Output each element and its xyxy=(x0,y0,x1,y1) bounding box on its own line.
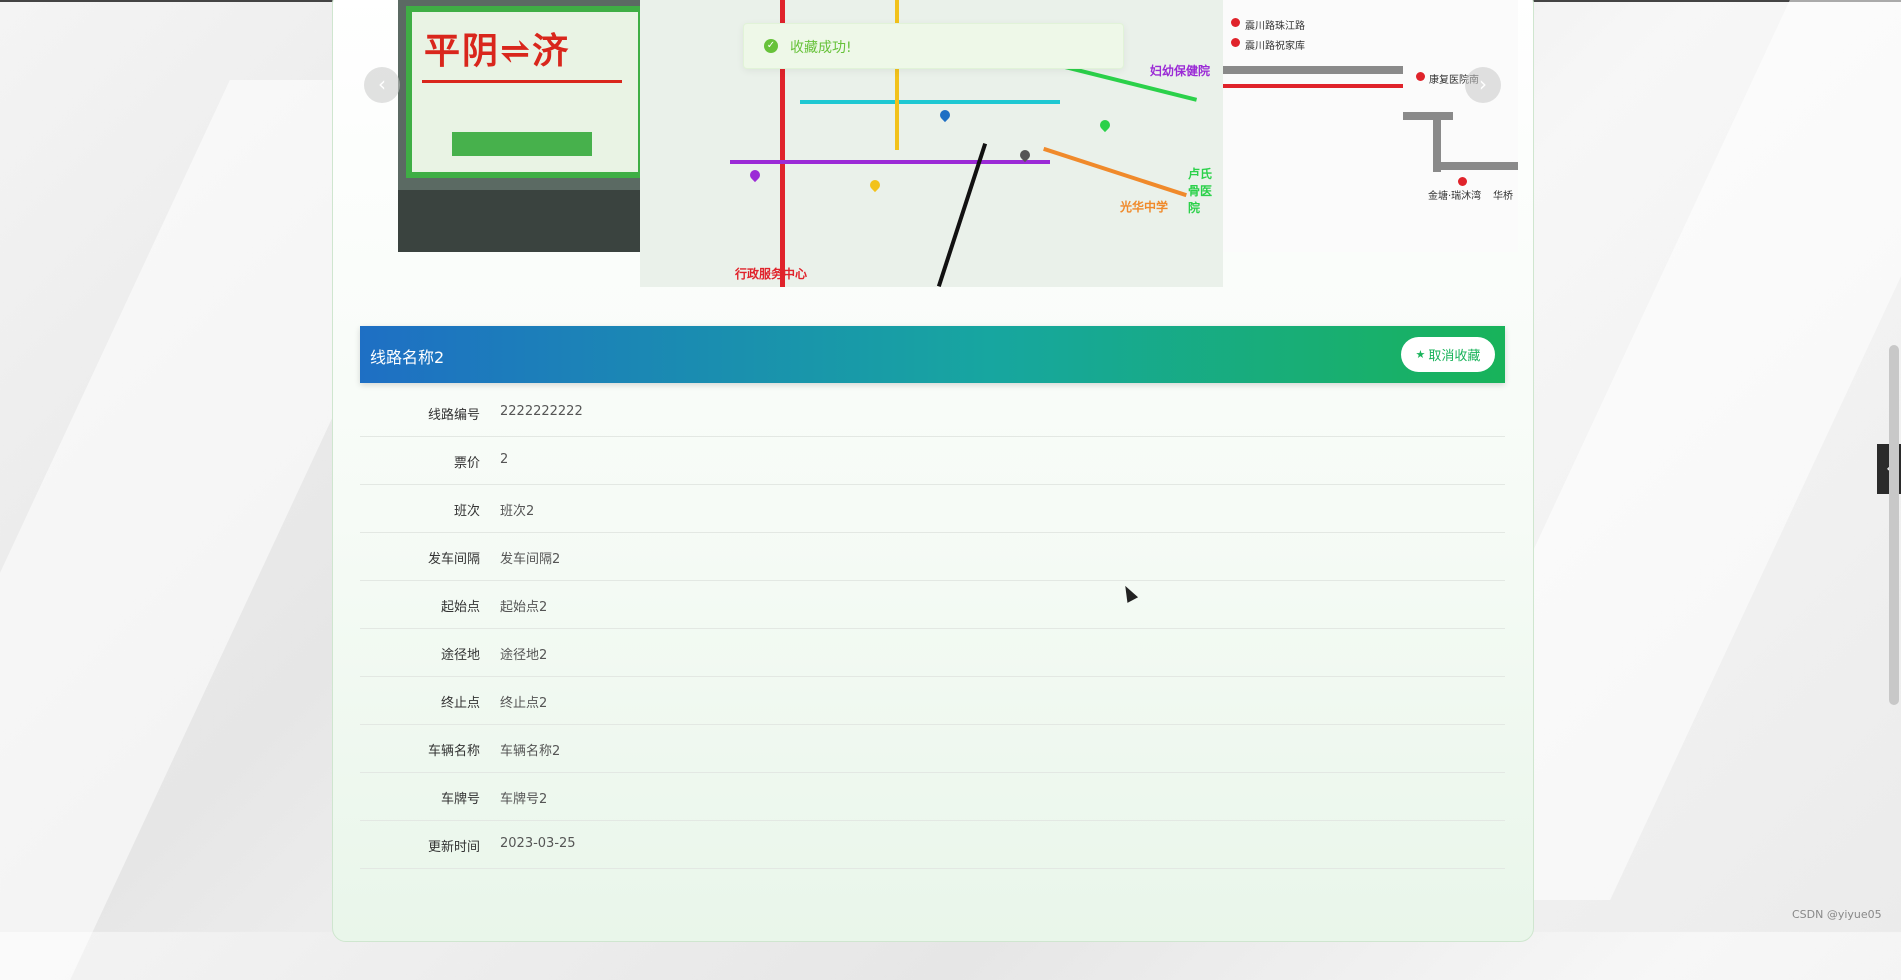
success-toast: ✓ 收藏成功! xyxy=(743,23,1124,69)
detail-row: 发车间隔 发车间隔2 xyxy=(360,533,1505,581)
map-pin xyxy=(867,177,883,193)
field-label: 终止点 xyxy=(440,696,480,711)
station-label: 震川路祝家库 xyxy=(1245,41,1305,52)
route-detail-table: 线路编号 2222222222 票价 2 班次 班次2 发车间隔 发车间隔2 起… xyxy=(360,389,1505,869)
detail-row: 票价 2 xyxy=(360,437,1505,485)
map-label: 妇幼保健院 xyxy=(1150,64,1211,78)
carousel-slide-station-list: 震川路珠江路 震川路祝家库 康复医院南 金塘·瑞沐湾 华桥 xyxy=(1223,0,1518,252)
toast-message: 收藏成功! xyxy=(790,40,852,56)
carousel-slide-bus-sign: 平阴⇌济 xyxy=(398,0,640,252)
carousel-next-arrow[interactable]: › xyxy=(1465,67,1501,103)
map-line-black xyxy=(936,143,988,287)
field-label: 起始点 xyxy=(440,600,480,615)
detail-row: 途径地 途径地2 xyxy=(360,629,1505,677)
station-dot xyxy=(1416,72,1425,81)
field-value: 车牌号2 xyxy=(500,792,548,807)
map-label: 光华中学 xyxy=(1120,200,1169,214)
route-bar xyxy=(1403,112,1453,120)
detail-row: 车牌号 车牌号2 xyxy=(360,773,1505,821)
bus-sign-stops xyxy=(422,80,622,123)
detail-row: 终止点 终止点2 xyxy=(360,677,1505,725)
station-dot xyxy=(1458,177,1467,186)
field-label: 车牌号 xyxy=(440,792,480,807)
bus-sign-title: 平阴⇌济 xyxy=(424,30,571,72)
detail-row: 起始点 起始点2 xyxy=(360,581,1505,629)
detail-row: 更新时间 2023-03-25 xyxy=(360,821,1505,869)
field-value: 车辆名称2 xyxy=(500,744,561,759)
field-label: 途径地 xyxy=(440,648,480,663)
bus-interior xyxy=(398,190,640,252)
detail-row: 车辆名称 车辆名称2 xyxy=(360,725,1505,773)
field-label: 更新时间 xyxy=(427,840,480,855)
route-bar xyxy=(1433,162,1518,170)
field-label: 发车间隔 xyxy=(427,552,480,567)
field-value: 起始点2 xyxy=(500,600,548,615)
field-label: 票价 xyxy=(453,456,480,471)
map-pin xyxy=(937,107,953,123)
bus-sign-board: 平阴⇌济 xyxy=(406,6,640,178)
station-label: 华桥 xyxy=(1493,191,1513,202)
station-dot xyxy=(1231,18,1240,27)
field-value: 终止点2 xyxy=(500,696,548,711)
check-circle-icon: ✓ xyxy=(764,39,778,53)
field-label: 线路编号 xyxy=(427,408,480,423)
star-icon: ★ xyxy=(1415,348,1426,361)
map-label: 行政服务中心 xyxy=(735,267,808,281)
field-value: 2023-03-25 xyxy=(500,836,576,851)
station-dot xyxy=(1231,38,1240,47)
field-label: 班次 xyxy=(453,504,480,519)
map-line-cyan xyxy=(800,100,1060,104)
route-title: 线路名称2 xyxy=(370,348,445,367)
field-value: 途径地2 xyxy=(500,648,548,663)
page-scrollbar[interactable] xyxy=(1889,345,1899,705)
unfavorite-label: 取消收藏 xyxy=(1428,349,1481,364)
station-label: 震川路珠江路 xyxy=(1245,21,1305,32)
bus-sign-price-strip xyxy=(452,132,592,156)
carousel-prev-arrow[interactable]: ‹ xyxy=(364,67,400,103)
map-pin xyxy=(1097,117,1113,133)
route-header: 线路名称2 ★ 取消收藏 xyxy=(360,326,1505,383)
map-line-orange xyxy=(1043,146,1187,198)
field-value: 班次2 xyxy=(500,504,535,519)
map-pin xyxy=(747,167,763,183)
field-label: 车辆名称 xyxy=(427,744,480,759)
unfavorite-button[interactable]: ★ 取消收藏 xyxy=(1401,337,1495,372)
field-value: 2 xyxy=(500,452,509,467)
route-bar xyxy=(1223,66,1403,74)
route-bar xyxy=(1223,84,1403,88)
station-label: 金塘·瑞沐湾 xyxy=(1428,191,1482,202)
field-value: 发车间隔2 xyxy=(500,552,561,567)
detail-row: 线路编号 2222222222 xyxy=(360,389,1505,437)
map-label: 卢氏骨医院 xyxy=(1188,167,1213,215)
watermark: CSDN @yiyue05 xyxy=(1792,908,1882,921)
detail-row: 班次 班次2 xyxy=(360,485,1505,533)
field-value: 2222222222 xyxy=(500,404,583,419)
map-line-purple xyxy=(730,160,1050,164)
